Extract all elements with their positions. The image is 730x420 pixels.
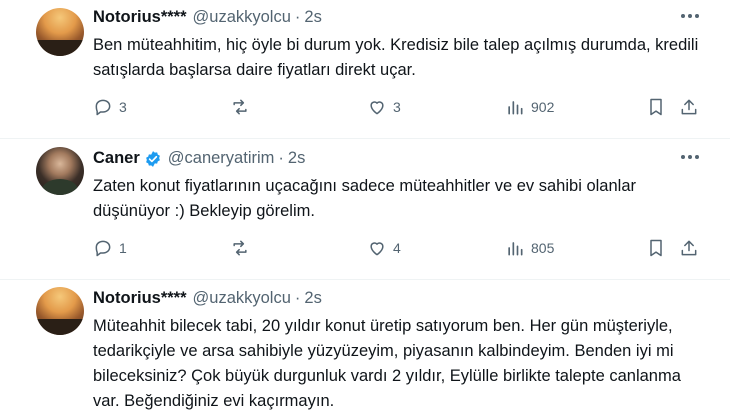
- like-button[interactable]: 4: [367, 236, 401, 260]
- separator-dot: ·: [294, 8, 301, 26]
- author-name[interactable]: Caner: [93, 149, 140, 168]
- like-button[interactable]: 3: [367, 95, 401, 119]
- tweet-header: Caner @caneryatirim · 2s: [93, 149, 305, 168]
- reply-icon: [95, 99, 111, 116]
- author-handle[interactable]: @caneryatirim: [168, 149, 275, 168]
- tweet-3[interactable]: Notorius**** @uzakkyolcu · 2s Müteahhit …: [0, 281, 730, 420]
- like-count: 4: [393, 240, 401, 256]
- share-icon: [681, 240, 697, 256]
- tweet-2[interactable]: Caner @caneryatirim · 2s Zaten konut fiy…: [0, 141, 730, 279]
- tweet-time[interactable]: 2s: [288, 149, 305, 168]
- bookmark-icon: [650, 98, 662, 116]
- reply-button[interactable]: 3: [93, 95, 127, 119]
- tweet-1[interactable]: Notorius**** @uzakkyolcu · 2s Ben müteah…: [0, 0, 730, 140]
- share-icon: [681, 99, 697, 115]
- reply-button[interactable]: 1: [93, 236, 127, 260]
- views-button[interactable]: 805: [505, 236, 554, 260]
- divider: [0, 279, 730, 280]
- tweet-text: Ben müteahhitim, hiç öyle bi durum yok. …: [93, 36, 699, 79]
- tweet-time[interactable]: 2s: [304, 8, 321, 27]
- divider: [0, 138, 730, 139]
- author-handle[interactable]: @uzakkyolcu: [193, 289, 291, 308]
- reply-count: 3: [119, 99, 127, 115]
- author-handle[interactable]: @uzakkyolcu: [193, 8, 291, 27]
- share-button[interactable]: [679, 95, 699, 119]
- retweet-icon: [233, 240, 247, 256]
- tweet-text: Müteahhit bilecek tabi, 20 yıldır konut …: [93, 317, 681, 410]
- action-bar: 3 3 902: [93, 95, 713, 119]
- reply-count: 1: [119, 240, 127, 256]
- avatar[interactable]: [36, 287, 84, 335]
- share-button[interactable]: [679, 236, 699, 260]
- avatar[interactable]: [36, 147, 84, 195]
- bookmark-button[interactable]: [646, 95, 666, 119]
- views-count: 805: [531, 240, 555, 256]
- reply-icon: [95, 240, 111, 257]
- retweet-button[interactable]: [230, 236, 256, 260]
- tweet-time[interactable]: 2s: [304, 289, 321, 308]
- bookmark-button[interactable]: [646, 236, 666, 260]
- more-icon[interactable]: [678, 147, 702, 167]
- bookmark-icon: [650, 239, 662, 257]
- more-icon[interactable]: [678, 6, 702, 26]
- separator-dot: ·: [294, 289, 301, 307]
- views-button[interactable]: 902: [505, 95, 554, 119]
- tweet-header: Notorius**** @uzakkyolcu · 2s: [93, 8, 322, 27]
- retweet-button[interactable]: [230, 95, 256, 119]
- author-name[interactable]: Notorius****: [93, 8, 187, 27]
- views-count: 902: [531, 99, 555, 115]
- action-bar: 1 4 805: [93, 236, 713, 260]
- heart-icon: [370, 101, 384, 115]
- like-count: 3: [393, 99, 401, 115]
- tweet-text: Zaten konut fiyatlarının uçacağını sadec…: [93, 177, 636, 220]
- views-icon: [508, 101, 523, 115]
- views-icon: [508, 242, 523, 256]
- author-name[interactable]: Notorius****: [93, 289, 187, 308]
- heart-icon: [370, 242, 384, 256]
- tweet-header: Notorius**** @uzakkyolcu · 2s: [93, 289, 322, 308]
- verified-badge-icon: [145, 150, 160, 167]
- retweet-icon: [233, 99, 247, 115]
- separator-dot: ·: [278, 149, 284, 167]
- avatar[interactable]: [36, 8, 84, 56]
